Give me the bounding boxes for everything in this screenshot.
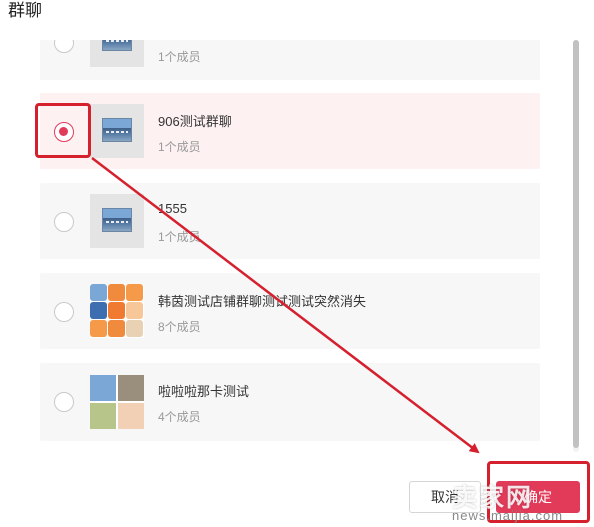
group-name: 906测试群聊 <box>158 114 232 129</box>
cancel-button[interactable]: 取消 <box>409 481 481 513</box>
scrollbar-thumb[interactable] <box>573 40 579 448</box>
radio-button[interactable] <box>54 212 74 232</box>
group-avatar <box>90 40 144 67</box>
group-member-count: 1个成员 <box>158 50 201 64</box>
group-avatar <box>90 194 144 248</box>
group-item[interactable]: 韩茵测试店铺群聊测试测试突然消失 8个成员 <box>40 273 540 349</box>
landscape-icon <box>102 118 132 142</box>
radio-button-checked[interactable] <box>54 122 74 142</box>
group-avatar <box>90 284 144 338</box>
group-item[interactable]: 1555 1个成员 <box>40 183 540 259</box>
group-member-count: 4个成员 <box>158 410 201 424</box>
radio-button[interactable] <box>54 392 74 412</box>
group-name: 啦啦啦那卡测试 <box>158 384 250 399</box>
group-list[interactable]: 1个成员 906测试群聊 1个成员 1555 1个成员 韩茵测试店铺群聊测试测试… <box>0 40 594 452</box>
group-member-count: 1个成员 <box>158 230 201 244</box>
scrollbar[interactable] <box>573 40 579 452</box>
radio-button[interactable] <box>54 40 74 53</box>
group-item-selected[interactable]: 906测试群聊 1个成员 <box>40 93 540 169</box>
group-member-count: 1个成员 <box>158 140 201 154</box>
group-item[interactable]: 1个成员 <box>40 40 540 80</box>
dialog-title: 群聊 <box>8 1 42 20</box>
group-name: 韩茵测试店铺群聊测试测试突然消失 <box>158 294 367 309</box>
radio-button[interactable] <box>54 302 74 322</box>
group-avatar <box>90 104 144 158</box>
group-item[interactable]: 啦啦啦那卡测试 4个成员 <box>40 363 540 441</box>
confirm-button[interactable]: 确定 <box>496 481 580 513</box>
landscape-icon <box>102 40 132 51</box>
group-name: 1555 <box>158 201 187 216</box>
landscape-icon <box>102 208 132 232</box>
group-avatar <box>90 375 144 429</box>
group-member-count: 8个成员 <box>158 320 201 334</box>
